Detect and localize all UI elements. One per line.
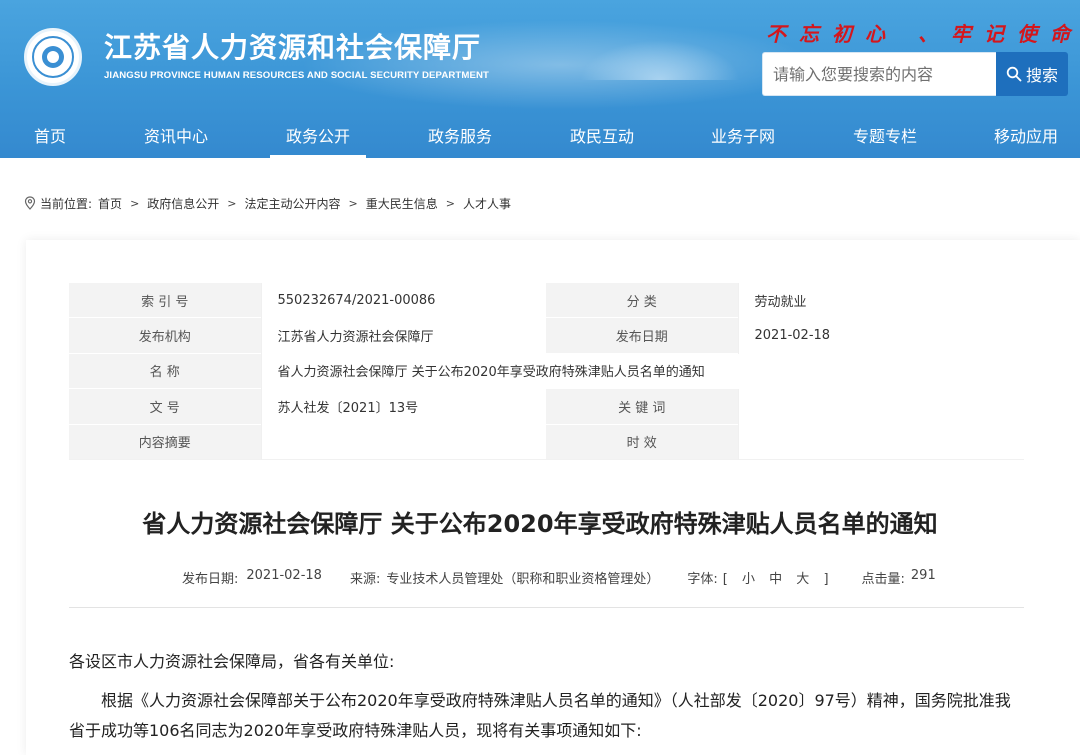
source-value: 专业技术人员管理处（职称和职业资格管理处） [386,572,660,587]
font-size-medium-button[interactable]: 中 [769,568,782,587]
clicks-value: 291 [910,568,936,583]
meta-label-validity: 时 效 [546,423,738,460]
meta-value-validity [737,423,1024,460]
logo-core [42,46,64,68]
table-row: 内容摘要 时 效 [69,423,1024,460]
breadcrumb-prefix: 当前位置: [40,196,93,211]
article-title: 省人力资源社会保障厅 关于公布2020年享受政府特殊津贴人员名单的通知 [142,510,938,538]
meta-label-org: 发布机构 [69,317,261,354]
site-title: 江苏省人力资源和社会保障厅 [104,31,482,64]
font-size-control: [ 小 中 大 ] [718,568,834,587]
table-row: 名 称 省人力资源社会保障厅 关于公布2020年享受政府特殊津贴人员名单的通知 [69,352,1024,389]
breadcrumb-item-livelihood[interactable]: 重大民生信息 [366,195,438,212]
article-paragraph: 根据《人力资源社会保障部关于公布2020年享受政府特殊津贴人员名单的通知》（人社… [69,691,1011,740]
nav-item-topics[interactable]: 专题专栏 [835,118,935,158]
nav-item-news[interactable]: 资讯中心 [126,118,226,158]
nav-item-mobile[interactable]: 移动应用 [976,118,1076,158]
meta-label-keywords: 关 键 词 [546,388,738,425]
site-header: 江苏省人力资源和社会保障厅 JIANGSU PROVINCE HUMAN RES… [0,0,1080,158]
breadcrumb-separator-icon: > [445,196,455,210]
meta-value-index: 550232674/2021-00086 [260,281,546,318]
table-row: 索 引 号 550232674/2021-00086 分 类 劳动就业 [69,281,1024,318]
meta-label-summary: 内容摘要 [69,423,261,460]
meta-label-index: 索 引 号 [69,281,261,318]
breadcrumb-item-statutory[interactable]: 法定主动公开内容 [245,195,341,212]
meta-label-doc-number: 文 号 [69,388,261,425]
header-background-landscape [580,40,740,80]
breadcrumb-item-home[interactable]: 首页 [98,195,122,212]
publish-date-value: 2021-02-18 [246,568,322,583]
font-size-label: 字体: [687,572,718,587]
site-logo[interactable] [24,28,82,86]
meta-value-keywords [737,388,1024,425]
source-label: 来源: [349,572,381,587]
meta-value-name: 省人力资源社会保障厅 关于公布2020年享受政府特殊津贴人员名单的通知 [260,352,1024,389]
meta-value-org: 江苏省人力资源社会保障厅 [260,317,546,354]
clicks-label: 点击量: [861,572,905,587]
breadcrumb: 当前位置: 首页 > 政府信息公开 > 法定主动公开内容 > 重大民生信息 > … [24,194,513,212]
document-meta-table: 索 引 号 550232674/2021-00086 分 类 劳动就业 发布机构… [69,281,1024,460]
font-bracket-open: [ [722,572,728,587]
table-row: 文 号 苏人社发〔2021〕13号 关 键 词 [69,388,1024,425]
search-icon [1006,66,1022,82]
search-input[interactable] [762,52,996,96]
meta-label-category: 分 类 [546,281,738,318]
location-pin-icon [24,196,36,210]
font-size-small-button[interactable]: 小 [742,568,755,587]
table-row: 发布机构 江苏省人力资源社会保障厅 发布日期 2021-02-18 [69,317,1024,354]
font-size-large-button[interactable]: 大 [796,568,809,587]
article-meta: 发布日期: 2021-02-18 来源: 专业技术人员管理处（职称和职业资格管理… [182,568,936,587]
meta-label-name: 名 称 [69,352,261,389]
meta-value-date: 2021-02-18 [737,317,1024,354]
site-subtitle: JIANGSU PROVINCE HUMAN RESOURCES AND SOC… [104,70,489,81]
slogan: 不忘初心 、牢记使命 [766,22,1080,46]
nav-item-interaction[interactable]: 政民互动 [552,118,652,158]
meta-value-category: 劳动就业 [737,281,1024,318]
nav-item-subsites[interactable]: 业务子网 [693,118,793,158]
font-bracket-close: ] [823,572,829,587]
meta-label-date: 发布日期 [546,317,738,354]
search-button[interactable]: 搜索 [996,52,1068,96]
nav-item-home[interactable]: 首页 [0,118,100,158]
meta-value-doc-number: 苏人社发〔2021〕13号 [260,388,546,425]
search-button-label: 搜索 [1025,66,1058,85]
breadcrumb-item-gov-info[interactable]: 政府信息公开 [147,195,219,212]
breadcrumb-separator-icon: > [130,196,140,210]
main-nav: 首页 资讯中心 政务公开 政务服务 政民互动 业务子网 专题专栏 移动应用 [0,118,1080,158]
breadcrumb-separator-icon: > [227,196,237,210]
article-divider [69,607,1024,608]
breadcrumb-item-talent[interactable]: 人才人事 [463,195,511,212]
article-salutation: 各设区市人力资源社会保障局，省各有关单位: [69,652,395,671]
nav-item-gov-affairs[interactable]: 政务公开 [270,118,366,158]
nav-item-gov-services[interactable]: 政务服务 [410,118,510,158]
breadcrumb-separator-icon: > [348,196,358,210]
meta-value-summary [260,423,546,460]
publish-date-label: 发布日期: [182,572,239,587]
